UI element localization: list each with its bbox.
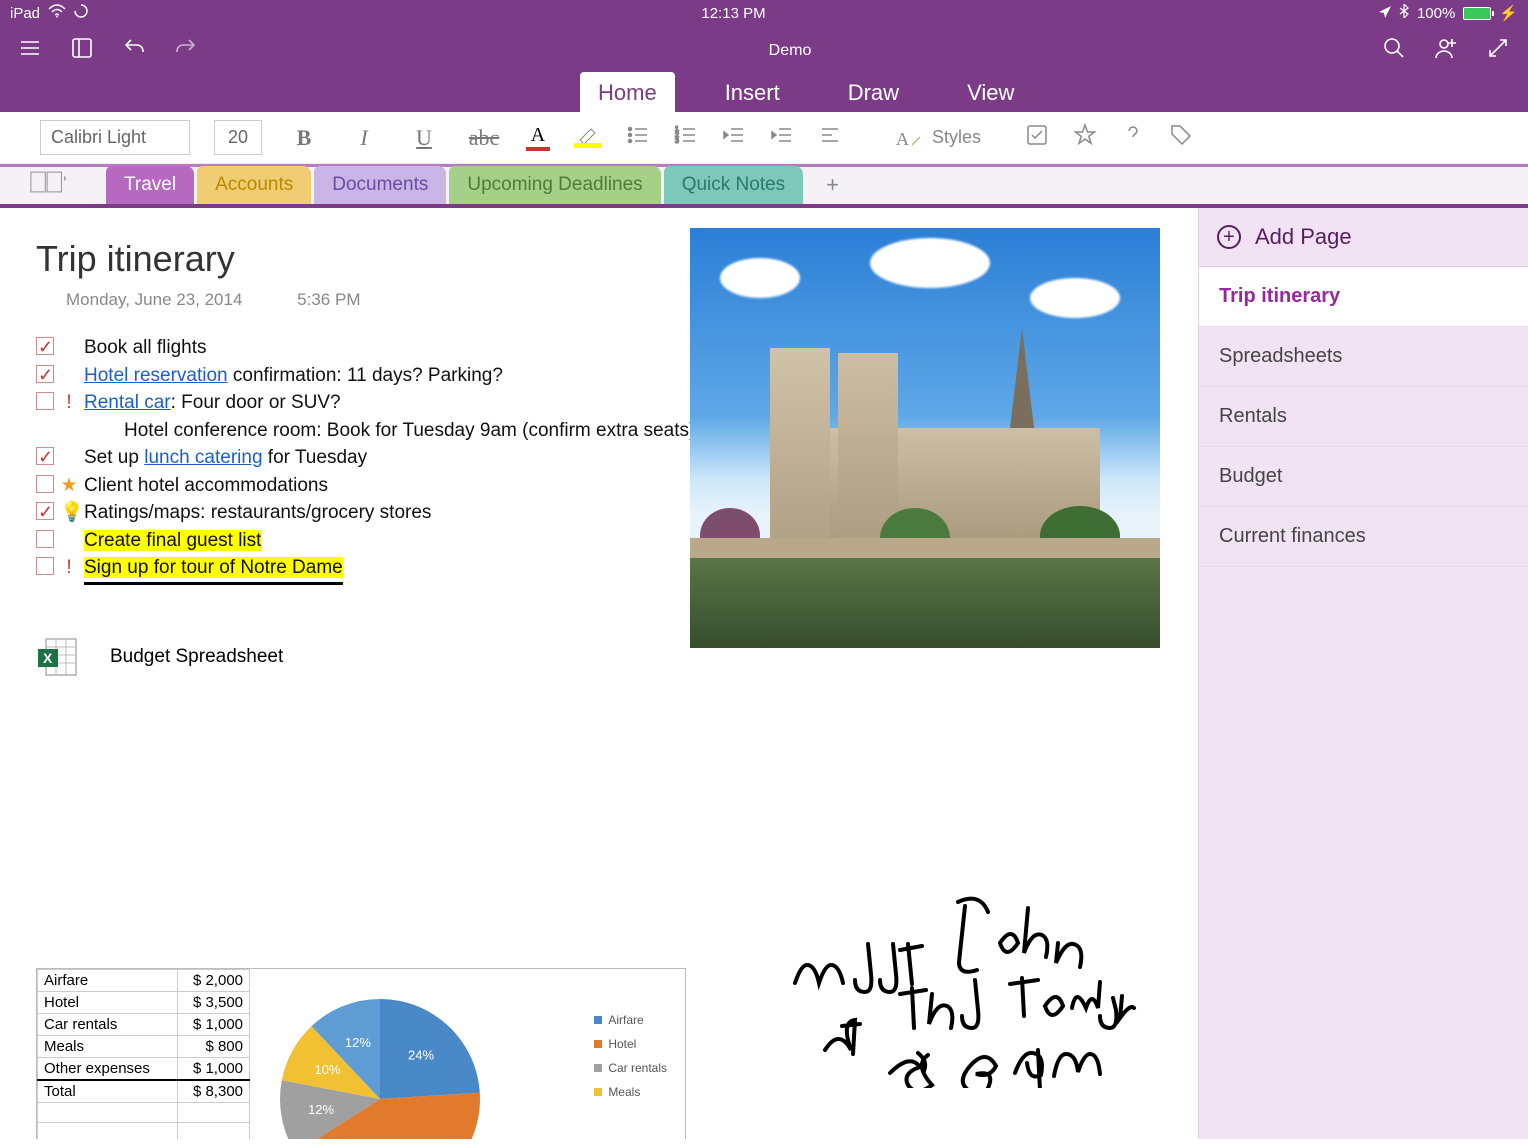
page-item[interactable]: Trip itinerary: [1199, 267, 1528, 327]
checkbox-icon[interactable]: [36, 502, 54, 520]
svg-text:3: 3: [675, 138, 679, 145]
wifi-icon: [48, 4, 66, 22]
format-toolbar: Calibri Light 20 B I U abc A 123 A Style…: [0, 112, 1528, 164]
chart-legend: AirfareHotelCar rentalsMeals: [594, 1013, 667, 1109]
page-date: Monday, June 23, 2014: [66, 290, 242, 309]
clock: 12:13 PM: [88, 5, 1379, 22]
font-color-button[interactable]: A: [526, 124, 550, 151]
align-button[interactable]: [818, 123, 842, 152]
ribbon-tabs: Home Insert Draw View: [0, 74, 1528, 112]
indent-button[interactable]: [770, 123, 794, 152]
battery-pct: 100%: [1417, 5, 1455, 22]
section-tab-documents[interactable]: Documents: [314, 166, 446, 204]
share-user-icon[interactable]: [1434, 36, 1458, 65]
bullets-button[interactable]: [626, 123, 650, 152]
pages-pane: + Add Page Trip itinerarySpreadsheetsRen…: [1198, 208, 1528, 1139]
page-item[interactable]: Spreadsheets: [1199, 327, 1528, 387]
notebook-nav-icon[interactable]: [30, 171, 66, 198]
svg-text:12%: 12%: [308, 1102, 334, 1117]
note-canvas[interactable]: Trip itinerary Monday, June 23, 2014 5:3…: [0, 208, 1198, 1139]
search-icon[interactable]: [1382, 36, 1406, 65]
svg-text:X: X: [43, 650, 53, 666]
sync-icon: [74, 4, 88, 22]
checkbox-icon[interactable]: [36, 557, 54, 575]
page-time: 5:36 PM: [297, 290, 360, 309]
svg-text:24%: 24%: [408, 1047, 434, 1062]
plus-icon: +: [1217, 225, 1241, 249]
add-section-button[interactable]: +: [806, 166, 859, 204]
outdent-button[interactable]: [722, 123, 746, 152]
tab-home[interactable]: Home: [580, 72, 675, 112]
budget-table: Airfare$ 2,000Hotel$ 3,500Car rentals$ 1…: [37, 969, 250, 1139]
bluetooth-icon: [1399, 4, 1409, 22]
section-tabs: Travel Accounts Documents Upcoming Deadl…: [0, 164, 1528, 208]
location-icon: [1379, 5, 1391, 22]
ink-handwriting[interactable]: [790, 888, 1150, 1108]
redo-icon[interactable]: [174, 36, 198, 65]
tab-view[interactable]: View: [949, 72, 1032, 112]
checkbox-icon[interactable]: [36, 447, 54, 465]
photo-notre-dame[interactable]: [690, 228, 1160, 648]
section-tab-travel[interactable]: Travel: [106, 166, 194, 204]
excel-icon: X: [36, 635, 80, 679]
tags-button[interactable]: [1169, 123, 1193, 152]
question-tag-button[interactable]: [1121, 123, 1145, 152]
numbering-button[interactable]: 123: [674, 123, 698, 152]
panel-icon[interactable]: [70, 36, 94, 65]
font-name-select[interactable]: Calibri Light: [40, 120, 190, 155]
svg-text:10%: 10%: [314, 1062, 340, 1077]
add-page-button[interactable]: + Add Page: [1199, 208, 1528, 267]
styles-button[interactable]: A Styles: [896, 127, 981, 149]
attachment-label: Budget Spreadsheet: [110, 646, 283, 668]
italic-button[interactable]: I: [346, 125, 382, 151]
tab-insert[interactable]: Insert: [707, 72, 798, 112]
star-tag-button[interactable]: [1073, 123, 1097, 152]
fullscreen-icon[interactable]: [1486, 36, 1510, 65]
todo-tag-button[interactable]: [1025, 123, 1049, 152]
app-header: Demo Home Insert Draw View: [0, 26, 1528, 112]
section-tab-quicknotes[interactable]: Quick Notes: [664, 166, 803, 204]
pie-chart: 24%42%12%10%12% AirfareHotelCar rentalsM…: [250, 969, 685, 1139]
tab-draw[interactable]: Draw: [830, 72, 917, 112]
checkbox-icon[interactable]: [36, 365, 54, 383]
page-item[interactable]: Budget: [1199, 447, 1528, 507]
menu-icon[interactable]: [18, 36, 42, 65]
section-tab-accounts[interactable]: Accounts: [197, 166, 311, 204]
svg-text:A: A: [896, 129, 909, 149]
notebook-name: Demo: [198, 40, 1382, 60]
device-label: iPad: [10, 5, 40, 22]
embedded-spreadsheet[interactable]: Airfare$ 2,000Hotel$ 3,500Car rentals$ 1…: [36, 968, 686, 1139]
checkbox-icon[interactable]: [36, 392, 54, 410]
add-page-label: Add Page: [1255, 224, 1352, 250]
highlight-button[interactable]: [574, 127, 602, 148]
checkbox-icon[interactable]: [36, 337, 54, 355]
section-tab-deadlines[interactable]: Upcoming Deadlines: [449, 166, 660, 204]
checkbox-icon[interactable]: [36, 475, 54, 493]
underline-button[interactable]: U: [406, 125, 442, 151]
status-bar: iPad 12:13 PM 100% ⚡: [0, 0, 1528, 26]
page-item[interactable]: Rentals: [1199, 387, 1528, 447]
page-item[interactable]: Current finances: [1199, 507, 1528, 567]
undo-icon[interactable]: [122, 36, 146, 65]
svg-text:12%: 12%: [345, 1035, 371, 1050]
styles-label: Styles: [932, 127, 981, 148]
charging-icon: ⚡: [1499, 4, 1518, 22]
battery-icon: [1463, 7, 1491, 20]
checkbox-icon[interactable]: [36, 530, 54, 548]
bold-button[interactable]: B: [286, 125, 322, 151]
font-size-select[interactable]: 20: [214, 120, 262, 155]
strikethrough-button[interactable]: abc: [466, 125, 502, 151]
